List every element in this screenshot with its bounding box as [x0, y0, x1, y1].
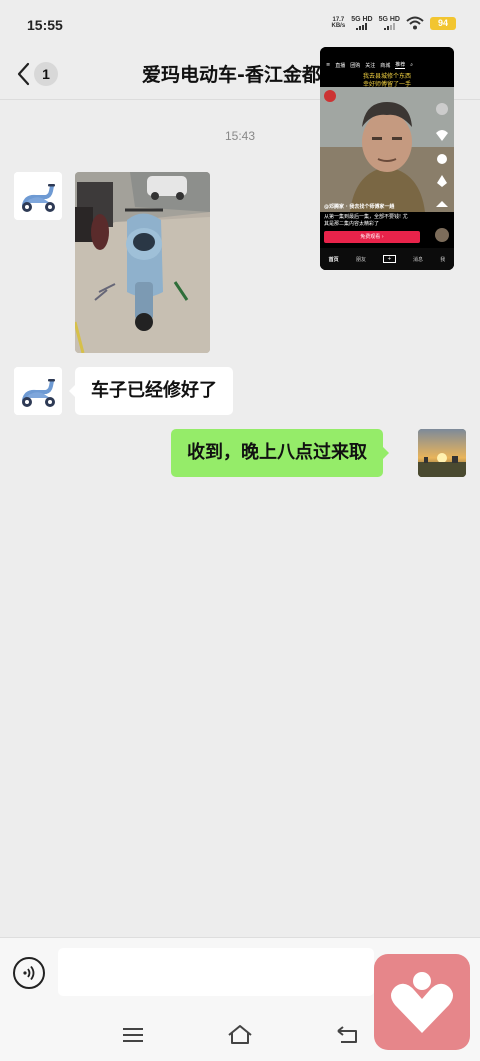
- scooter-logo: [14, 367, 62, 415]
- sim1-signal: 5G HD: [351, 16, 373, 30]
- video-tab-active[interactable]: 推荐: [395, 61, 406, 69]
- contact-avatar[interactable]: [14, 172, 62, 220]
- floating-video-window[interactable]: ≡ 直播 团购 关注 商城 推荐 ⌕ 我去县城修个东西 幸好师傅留了一手 @邓腾…: [320, 47, 454, 270]
- outgoing-message-bubble[interactable]: 收到，晚上八点过来取: [171, 429, 389, 477]
- health-app-floating-button[interactable]: [374, 954, 470, 1050]
- video-description-line2: 其是那二集内容太精彩了: [324, 221, 380, 227]
- image-message-scooter[interactable]: [75, 172, 210, 353]
- signal-icon: [356, 23, 368, 30]
- video-tab[interactable]: 团购: [350, 62, 360, 69]
- heart-person-icon: [391, 972, 453, 1033]
- status-bar: 15:55 17.7 KB/s 5G HD 5G HD 94: [0, 0, 480, 50]
- scooter-photo: [75, 172, 210, 353]
- wifi-icon: [406, 16, 424, 30]
- video-tab[interactable]: 关注: [365, 62, 375, 69]
- video-nav-home[interactable]: 首页: [329, 256, 339, 263]
- video-author: @邓腾家 · 我去找个师傅家一趟: [324, 204, 395, 210]
- video-tab[interactable]: 商城: [380, 62, 390, 69]
- scooter-logo: [14, 172, 62, 220]
- video-nav-friends[interactable]: 朋友: [356, 256, 366, 263]
- sim2-signal: 5G HD: [379, 16, 400, 30]
- contact-avatar[interactable]: [14, 367, 62, 415]
- watch-free-button[interactable]: 免费观看 ›: [324, 231, 420, 243]
- video-bottom-nav: 首页 朋友 + 消息 我: [320, 248, 454, 270]
- voice-input-icon: [23, 965, 35, 981]
- home-nav-button[interactable]: [224, 1019, 256, 1051]
- voice-input-button[interactable]: [13, 957, 45, 989]
- home-icon: [228, 1025, 252, 1044]
- my-avatar[interactable]: [418, 429, 466, 477]
- video-caption-line2: 幸好师傅留了一手: [362, 81, 411, 88]
- menu-icon: [123, 1028, 143, 1042]
- video-nav-me[interactable]: 我: [440, 256, 445, 263]
- incoming-message-bubble[interactable]: 车子已经修好了: [69, 367, 233, 415]
- unread-count-badge: 1: [34, 62, 58, 86]
- search-icon[interactable]: ⌕: [410, 62, 413, 68]
- back-arrow-icon: [337, 1026, 357, 1043]
- chevron-left-icon: [17, 62, 30, 86]
- menu-nav-button[interactable]: [117, 1019, 149, 1051]
- add-icon[interactable]: +: [383, 255, 396, 263]
- back-button[interactable]: 1: [16, 58, 66, 90]
- video-tab[interactable]: 直播: [335, 62, 345, 69]
- status-time: 15:55: [27, 17, 63, 33]
- menu-icon[interactable]: ≡: [326, 62, 330, 68]
- video-top-tabs: ≡ 直播 团购 关注 商城 推荐 ⌕: [320, 61, 454, 69]
- battery-indicator: 94: [430, 16, 456, 30]
- signal-icon: [383, 23, 395, 30]
- sunset-avatar-image: [418, 429, 466, 477]
- status-indicators: 17.7 KB/s 5G HD 5G HD 94: [332, 16, 456, 30]
- message-input[interactable]: [58, 948, 374, 996]
- back-nav-button[interactable]: [331, 1019, 363, 1051]
- network-speed: 17.7 KB/s: [331, 17, 346, 29]
- video-nav-messages[interactable]: 消息: [413, 256, 423, 263]
- video-description-line1: 从第一集到最后一集，全部不要钱! 尤: [324, 214, 408, 220]
